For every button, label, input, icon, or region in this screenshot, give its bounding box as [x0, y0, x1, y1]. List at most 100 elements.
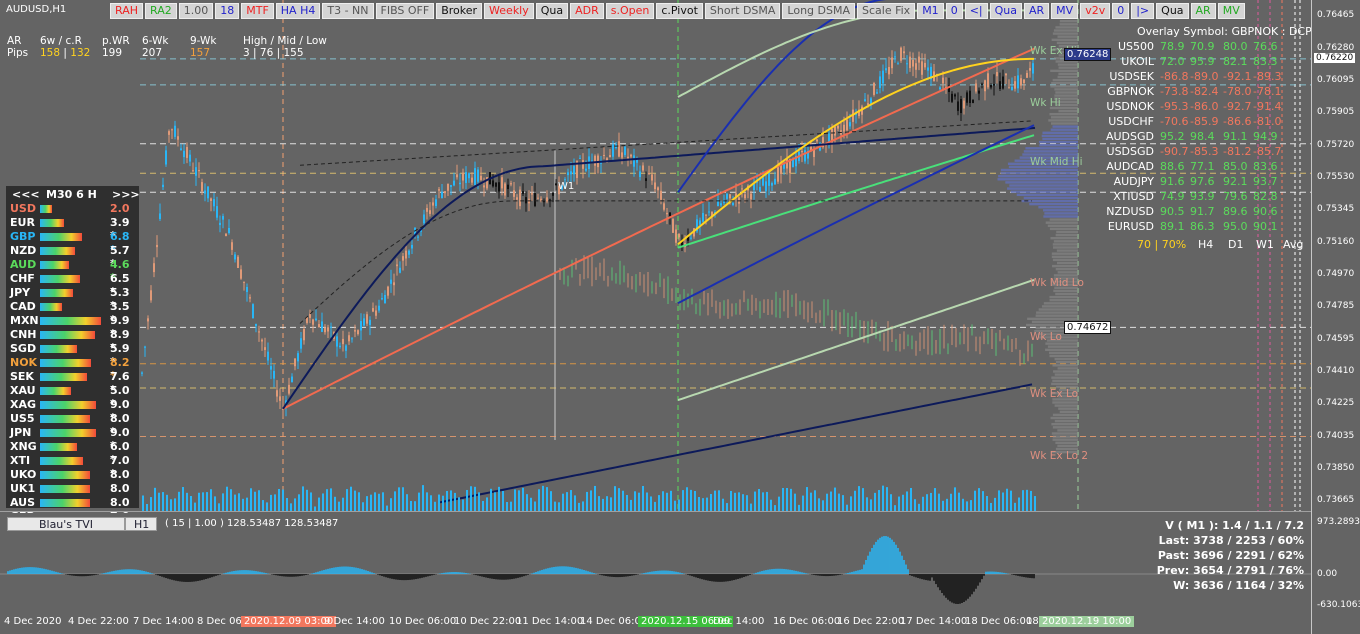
strength-bar [40, 247, 75, 255]
toolbar-button-24[interactable]: 0 [1112, 3, 1129, 19]
volume-bar [634, 491, 636, 511]
volume-profile-bar [1057, 42, 1078, 44]
toolbar-button-25[interactable]: |> [1131, 3, 1154, 19]
volume-profile-bar [1049, 113, 1078, 115]
price-axis[interactable]: 0.76465 0.76280 0.76095 0.75905 0.75720 0.755… [1311, 0, 1360, 634]
toolbar-button-5[interactable]: HA H4 [276, 3, 321, 19]
volume-profile-bar [1051, 423, 1078, 425]
toolbar-button-3[interactable]: 18 [215, 3, 239, 19]
col3-value: 207 [142, 47, 162, 59]
candle-body [150, 290, 152, 300]
candle-body [468, 173, 470, 178]
price-tick-label: 0.73850 [1317, 463, 1354, 473]
toolbar-button-12[interactable]: s.Open [606, 3, 655, 19]
volume-bar [706, 498, 708, 511]
volume-bar [906, 491, 908, 511]
candle-body [690, 238, 692, 239]
overlay-corr-value: 95.2 [1160, 130, 1185, 143]
volume-bar [182, 487, 184, 511]
overlay-symbol: XTIUSD [1090, 190, 1154, 203]
candle-body [639, 171, 641, 177]
volume-bar [238, 493, 240, 511]
overlay-corr-value: -89.0 [1190, 70, 1218, 83]
candle-body [240, 269, 242, 278]
volume-stat-line: Last: 3738 / 2253 / 60% [1104, 534, 1304, 547]
volume-bar [806, 487, 808, 511]
toolbar-button-0[interactable]: RAH [110, 3, 143, 19]
time-axis[interactable]: 4 Dec 2020 4 Dec 22:00 7 Dec 14:00 8 Dec 06… [0, 611, 1311, 634]
toolbar-button-15[interactable]: Long DSMA [782, 3, 855, 19]
toolbar-button-28[interactable]: MV [1218, 3, 1245, 19]
toolbar-button-6[interactable]: T3 - NN [322, 3, 373, 19]
overlay-corr-value: -73.8 [1160, 85, 1188, 98]
toolbar-button-11[interactable]: ADR [570, 3, 604, 19]
candle-body [540, 199, 542, 201]
volume-profile-bar [1042, 135, 1078, 137]
candle-body [546, 197, 548, 201]
volume-bar [598, 496, 600, 511]
toolbar-button-17[interactable]: M1 [917, 3, 944, 19]
toolbar-button-27[interactable]: AR [1191, 3, 1216, 19]
candle-body [471, 178, 473, 183]
candle-body [531, 193, 533, 195]
overlay-corr-value: -78.0 [1223, 85, 1251, 98]
time-tick-label: 17 Dec 14:00 [900, 616, 967, 627]
overlay-corr-value: 83.3 [1253, 55, 1278, 68]
overlay-corr-value: 91.7 [1190, 205, 1215, 218]
toolbar-button-4[interactable]: MTF [241, 3, 274, 19]
candle-body [183, 151, 185, 157]
toolbar-button-18[interactable]: 0 [946, 3, 963, 19]
volume-bar [438, 495, 440, 511]
toolbar-button-2[interactable]: 1.00 [179, 3, 214, 19]
toolbar-button-16[interactable]: Scale Fix [857, 3, 915, 19]
candle-body [1011, 87, 1013, 90]
candle-body [360, 321, 362, 330]
candle-body [378, 306, 380, 311]
tvi-timeframe[interactable]: H1 [125, 517, 157, 531]
toolbar-button-26[interactable]: Qua [1156, 3, 1188, 19]
overlay-corr-value: 93.7 [1253, 175, 1278, 188]
candle-body [906, 63, 908, 64]
volume-bar [478, 492, 480, 511]
tvi-axis-label: 0.00 [1317, 569, 1337, 579]
volume-bar [618, 488, 620, 511]
strength-prev-button[interactable]: <<< [12, 188, 40, 201]
candle-body [744, 194, 746, 198]
tvi-name[interactable]: Blau's TVI [7, 517, 125, 531]
toolbar-button-10[interactable]: Qua [536, 3, 568, 19]
price-tick-label: 0.75530 [1317, 172, 1354, 182]
volume-profile-bar [1050, 237, 1078, 239]
toolbar-button-7[interactable]: FIBS OFF [376, 3, 435, 19]
toolbar-button-23[interactable]: v2v [1080, 3, 1110, 19]
toolbar-button-21[interactable]: AR [1024, 3, 1049, 19]
volume-profile-bar [1056, 361, 1078, 363]
overlay-corr-value: -81.2 [1223, 145, 1251, 158]
volume-bar [830, 492, 832, 511]
volume-bar [922, 497, 924, 511]
toolbar-button-22[interactable]: MV [1051, 3, 1078, 19]
overlay-symbol: GBPNOK [1090, 85, 1154, 98]
overlay-corr-value: 88.6 [1160, 160, 1185, 173]
strength-next-button[interactable]: >>> [112, 188, 140, 201]
candle-body [618, 141, 620, 156]
toolbar-button-8[interactable]: Broker [436, 3, 482, 19]
candle-body [630, 155, 632, 157]
candle-body [996, 72, 998, 76]
toolbar-button-13[interactable]: c.Pivot [656, 3, 703, 19]
strength-bar [40, 205, 52, 213]
overlay-corr-value: 83.6 [1253, 160, 1278, 173]
toolbar-button-20[interactable]: Qua [990, 3, 1022, 19]
candle-body [579, 158, 581, 159]
volume-bar [842, 495, 844, 511]
volume-bar [186, 493, 188, 511]
candle-body [336, 336, 338, 346]
toolbar-button-14[interactable]: Short DSMA [705, 3, 780, 19]
toolbar-button-9[interactable]: Weekly [484, 3, 534, 19]
volume-profile-bar [1049, 355, 1078, 357]
candle-body [198, 170, 200, 171]
strength-symbol: US5 [10, 412, 35, 425]
toolbar-button-19[interactable]: <| [965, 3, 988, 19]
volume-profile-bar [1058, 63, 1078, 65]
volume-bar [974, 491, 976, 511]
toolbar-button-1[interactable]: RA2 [145, 3, 177, 19]
